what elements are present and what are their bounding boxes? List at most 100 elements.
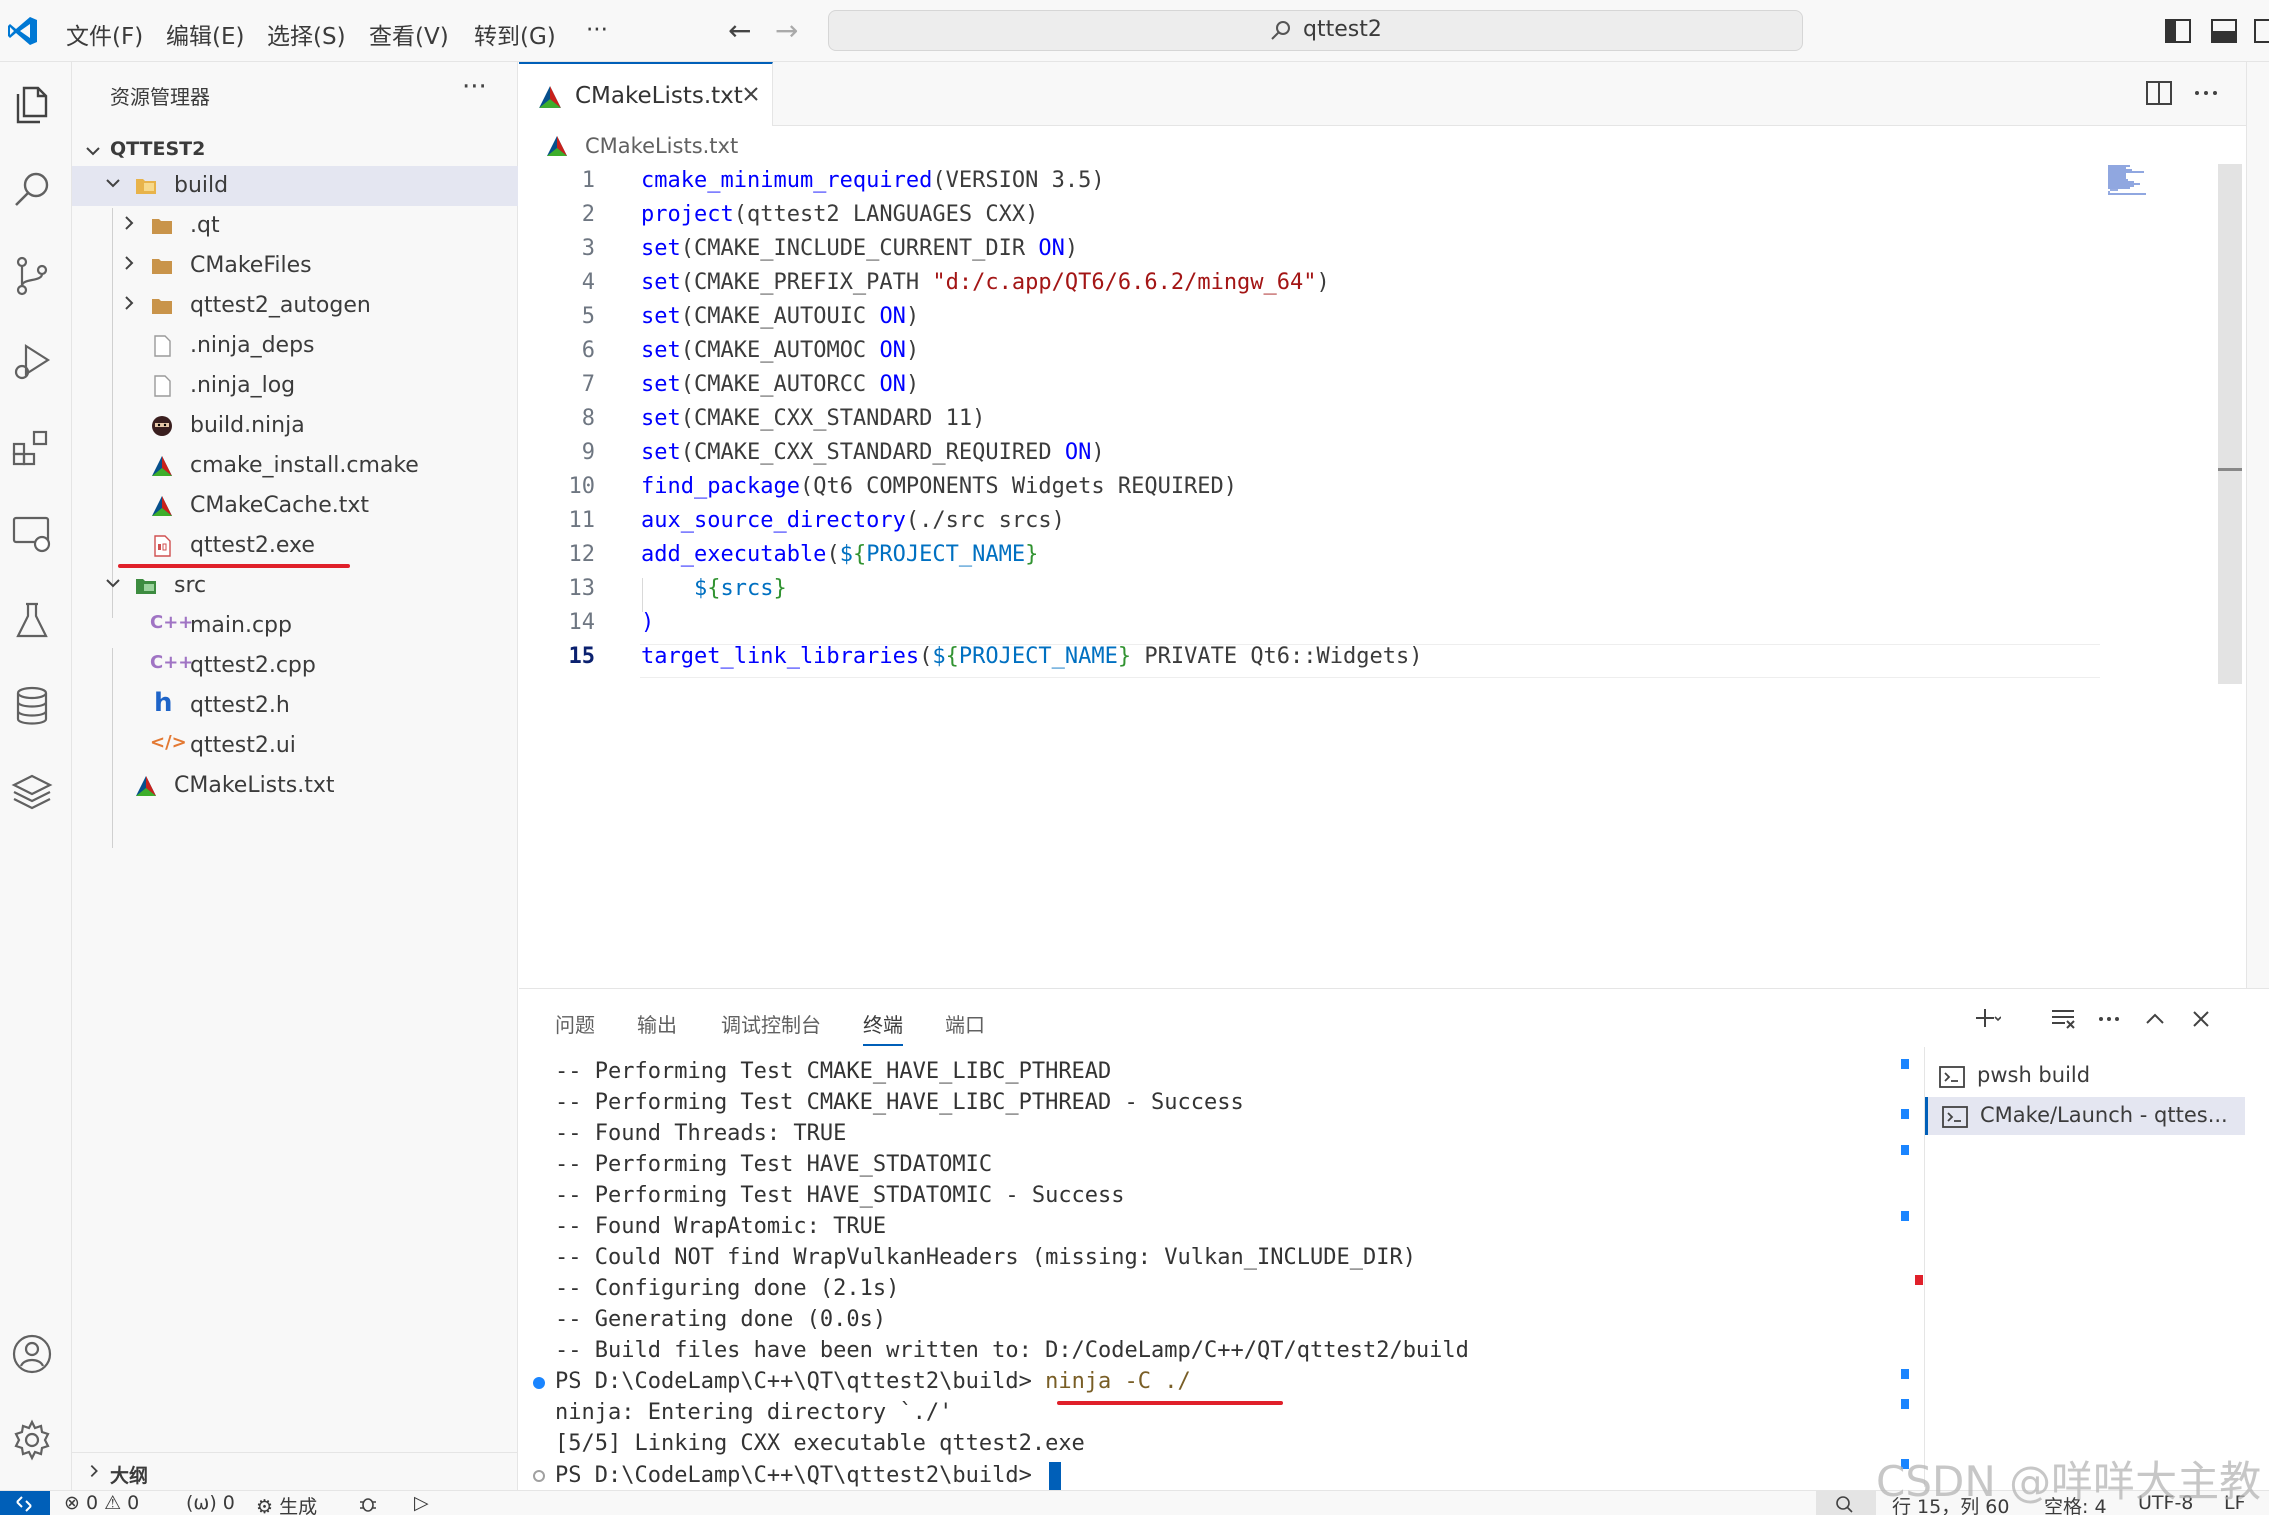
code-line: 13 ${srcs}	[519, 572, 2219, 606]
tree-item-qt[interactable]: .qt	[72, 206, 518, 246]
explorer-sidebar: 资源管理器 ··· QTTEST2 build .qt CMakeFiles q…	[72, 62, 518, 1490]
cmake-icon	[136, 776, 156, 796]
cmake-icon	[152, 456, 172, 476]
toggle-sidebar-icon[interactable]	[2163, 16, 2193, 46]
extensions-icon[interactable]	[10, 426, 54, 470]
database-icon[interactable]	[10, 684, 54, 728]
command-success-dot[interactable]	[533, 1377, 545, 1389]
terminal-overview-ruler[interactable]	[1899, 1059, 1923, 1489]
split-editor-icon[interactable]	[2144, 78, 2174, 108]
command-pending-dot[interactable]	[533, 1470, 545, 1482]
outline-section-header[interactable]: 大纲	[72, 1452, 518, 1490]
tree-item-autogen[interactable]: qttest2_autogen	[72, 286, 518, 326]
close-panel-icon[interactable]	[2187, 1005, 2215, 1033]
status-build[interactable]: ⚙ 生成	[256, 1492, 317, 1515]
cpp-icon: C++	[150, 652, 194, 673]
tree-item-qttest2-ui[interactable]: </> qttest2.ui	[72, 726, 518, 766]
terminal-item-pwsh[interactable]: pwsh build	[1925, 1057, 2245, 1095]
tab-debug-console[interactable]: 调试控制台	[721, 1009, 821, 1038]
chevron-down-icon	[106, 179, 120, 188]
tab-cmakelists[interactable]: CMakeLists.txt	[519, 62, 773, 126]
vscode-logo-icon[interactable]	[6, 14, 40, 48]
status-problems[interactable]: ⊗ 0 ⚠ 0	[64, 1492, 139, 1514]
bottom-panel: 问题 输出 调试控制台 终端 端口 -- Performing Test CMA…	[519, 988, 2269, 1490]
editor-scrollbar-thumb[interactable]	[2218, 468, 2242, 471]
line-number: 10	[568, 474, 596, 499]
status-ports[interactable]: (ω) 0	[186, 1492, 235, 1514]
menu-selection[interactable]: 选择(S)	[267, 17, 346, 51]
layers-icon[interactable]	[10, 770, 54, 814]
tree-item-build-ninja[interactable]: build.ninja	[72, 406, 518, 446]
minimap[interactable]	[2106, 164, 2166, 200]
search-icon[interactable]	[10, 168, 54, 212]
tree-item-ninja-deps[interactable]: .ninja_deps	[72, 326, 518, 366]
cpp-icon: C++	[150, 612, 194, 633]
tree-item-qttest2-h[interactable]: h qttest2.h	[72, 686, 518, 726]
files-icon[interactable]	[10, 82, 54, 126]
more-actions-icon[interactable]	[2191, 78, 2221, 108]
line-number: 6	[581, 338, 595, 363]
close-icon[interactable]	[741, 84, 761, 104]
clear-terminal-icon[interactable]	[2049, 1005, 2077, 1033]
code-line: 12 add_executable(${PROJECT_NAME}	[519, 538, 2219, 572]
toggle-secondary-sidebar-icon[interactable]	[2252, 16, 2269, 46]
zoom-indicator[interactable]	[1816, 1491, 1876, 1515]
toggle-panel-icon[interactable]	[2209, 16, 2239, 46]
tab-output[interactable]: 输出	[637, 1009, 677, 1038]
tab-ports[interactable]: 端口	[945, 1009, 985, 1038]
tree-item-build[interactable]: build	[72, 166, 518, 206]
ruler-mark	[1901, 1109, 1909, 1119]
more-actions-icon[interactable]	[2095, 1005, 2123, 1033]
bug-icon[interactable]	[358, 1494, 378, 1514]
line-code: add_executable(${PROJECT_NAME}	[641, 542, 1039, 567]
account-icon[interactable]	[10, 1332, 54, 1376]
code-line: 2 project(qttest2 LANGUAGES CXX)	[519, 198, 2219, 232]
menu-edit[interactable]: 编辑(E)	[166, 17, 244, 51]
maximize-panel-icon[interactable]	[2141, 1005, 2169, 1033]
settings-gear-icon[interactable]	[10, 1418, 54, 1462]
new-terminal-icon[interactable]	[1973, 1005, 2001, 1033]
source-control-icon[interactable]	[10, 254, 54, 298]
terminal-prompt: PS D:\CodeLamp\C++\QT\qttest2\build>	[555, 1463, 1046, 1488]
tree-item-cmakefiles[interactable]: CMakeFiles	[72, 246, 518, 286]
menu-more[interactable]: ···	[586, 17, 608, 43]
terminal-line: -- Found WrapAtomic: TRUE	[555, 1214, 887, 1239]
editor-scrollbar[interactable]	[2218, 164, 2242, 684]
tree-item-src[interactable]: src	[72, 566, 518, 606]
remote-explorer-icon[interactable]	[10, 512, 54, 556]
menu-go[interactable]: 转到(G)	[474, 17, 556, 51]
run-debug-icon[interactable]	[10, 340, 54, 384]
tab-terminal[interactable]: 终端	[863, 1009, 903, 1046]
xml-icon: </>	[150, 732, 187, 753]
remote-indicator-button[interactable]	[0, 1491, 50, 1515]
terminal-item-cmake-launch[interactable]: CMake/Launch - qttes...	[1925, 1097, 2245, 1135]
project-name: QTTEST2	[110, 138, 206, 160]
line-code: set(CMAKE_CXX_STANDARD 11)	[641, 406, 986, 431]
terminal-output[interactable]: -- Performing Test CMAKE_HAVE_LIBC_PTHRE…	[533, 1059, 1975, 1490]
forward-arrow-icon[interactable]: →	[775, 14, 798, 47]
project-section-header[interactable]: QTTEST2	[72, 132, 518, 168]
tree-item-main-cpp[interactable]: C++ main.cpp	[72, 606, 518, 646]
testing-icon[interactable]	[10, 598, 54, 642]
folder-icon	[152, 259, 172, 274]
menu-view[interactable]: 查看(V)	[369, 17, 449, 51]
terminal-line: -- Could NOT find WrapVulkanHeaders (mis…	[555, 1245, 1416, 1270]
ruler-mark	[1901, 1145, 1909, 1155]
tree-item-ninja-log[interactable]: .ninja_log	[72, 366, 518, 406]
command-center-search[interactable]: qttest2	[828, 10, 1803, 51]
menu-file[interactable]: 文件(F)	[66, 17, 143, 51]
tree-item-qttest2-cpp[interactable]: C++ qttest2.cpp	[72, 646, 518, 686]
tree-item-qttest2-exe[interactable]: qttest2.exe	[72, 526, 518, 566]
ruler-mark	[1901, 1369, 1909, 1379]
tree-item-cmake-install[interactable]: cmake_install.cmake	[72, 446, 518, 486]
line-number: 15	[568, 644, 596, 669]
line-number: 12	[568, 542, 596, 567]
line-code: set(CMAKE_AUTOMOC ON)	[641, 338, 920, 363]
tree-item-cmakecache[interactable]: CMakeCache.txt	[72, 486, 518, 526]
back-arrow-icon[interactable]: ←	[728, 14, 751, 47]
code-line: 5 set(CMAKE_AUTOUIC ON)	[519, 300, 2219, 334]
tab-problems[interactable]: 问题	[555, 1009, 595, 1038]
run-icon[interactable]: ▷	[414, 1492, 429, 1514]
explorer-more-button[interactable]: ···	[462, 72, 487, 102]
tree-item-cmakelists[interactable]: CMakeLists.txt	[72, 766, 518, 806]
